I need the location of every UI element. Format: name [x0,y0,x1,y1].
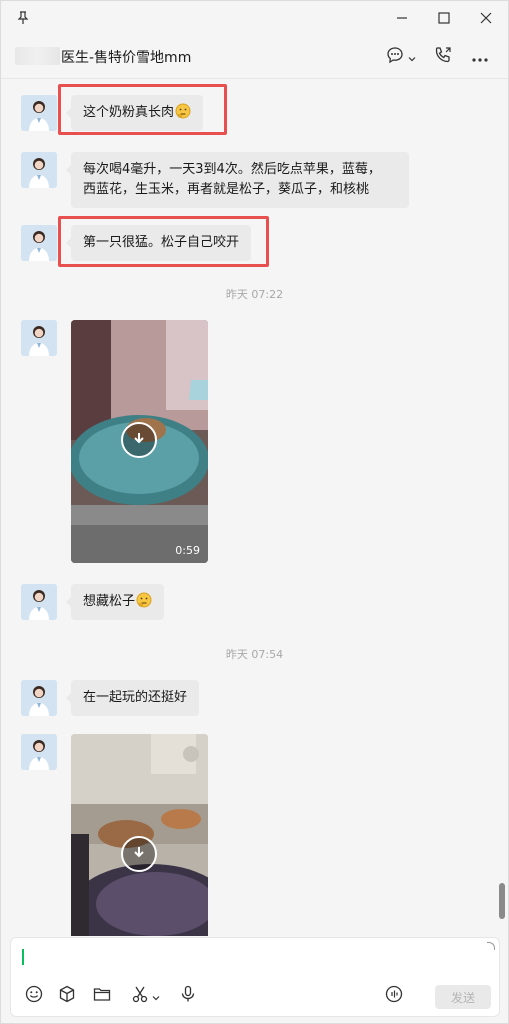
send-button[interactable]: 发送 [435,985,491,1009]
folder-icon [93,985,111,1007]
resize-handle[interactable] [487,942,495,950]
video-message[interactable]: 0:59 [71,320,208,563]
avatar[interactable] [21,225,57,261]
cube-icon [58,985,76,1007]
message-text: 在一起玩的还挺好 [83,690,188,705]
thinking-face-icon [136,592,152,608]
video-message[interactable] [71,734,208,936]
emoji-icon [25,985,43,1007]
minimize-icon [396,9,408,28]
chat-header: 医生-售特价雪地mm [1,35,508,79]
avatar[interactable] [21,95,57,131]
chevron-down-icon [152,987,160,1006]
message-bubble[interactable]: 每次喝4毫升，一天3到4次。然后吃点苹果，蓝莓， 西蓝花，生玉米，再者就是松子，… [66,152,409,208]
file-button[interactable] [91,985,113,1007]
call-button[interactable] [433,45,457,69]
close-icon [480,9,492,28]
download-icon [132,845,146,864]
highlight-box [58,84,227,135]
voice-input-icon [385,985,403,1007]
maximize-icon [438,9,450,28]
screenshot-button[interactable] [127,985,163,1007]
chat-info-button[interactable] [386,45,420,69]
message-input-area[interactable]: 发送 [10,937,500,1017]
video-thumbnail [71,734,208,936]
download-icon [132,431,146,450]
download-button[interactable] [121,836,157,872]
close-button[interactable] [473,6,499,30]
message-bubble[interactable]: 在一起玩的还挺好 [65,680,200,716]
scissors-icon [131,985,149,1007]
text-cursor [22,949,24,965]
timestamp: 昨天 07:22 [225,288,284,301]
title-bar [1,1,508,35]
avatar[interactable] [21,152,57,188]
minimize-button[interactable] [389,6,415,30]
chat-bubble-icon [386,46,404,68]
message-list[interactable]: 这个奶粉真长肉 每次喝4毫升，一天3到4次。然后吃点苹果，蓝莓， 西蓝花，生玉米… [1,80,508,936]
voice-message-button[interactable] [177,985,199,1007]
redacted-name [15,47,60,65]
message-text: 想藏松子 [83,594,136,609]
more-button[interactable] [471,45,495,69]
maximize-button[interactable] [431,6,457,30]
video-duration: 0:59 [175,544,200,557]
sticker-button[interactable] [56,985,78,1007]
more-icon [471,48,489,67]
timestamp: 昨天 07:54 [225,648,284,661]
microphone-icon [179,985,197,1007]
message-text-line: 西蓝花，生玉米，再者就是松子，葵瓜子，和核桃 [83,182,370,197]
avatar[interactable] [21,734,57,770]
highlight-box [58,216,269,267]
download-button[interactable] [121,422,157,458]
voice-input-button[interactable] [383,985,405,1007]
pin-icon[interactable] [15,10,31,26]
scrollbar[interactable] [499,883,505,919]
avatar[interactable] [21,680,57,716]
message-text-line: 每次喝4毫升，一天3到4次。然后吃点苹果，蓝莓， [83,162,381,177]
phone-video-icon [433,45,453,69]
chevron-down-icon [408,48,416,67]
emoji-button[interactable] [23,985,45,1007]
chat-title[interactable]: 医生-售特价雪地mm [61,47,191,67]
message-bubble[interactable]: 想藏松子 [65,584,165,620]
chat-window: 医生-售特价雪地mm 这个奶粉真长肉 每次喝4毫升，一天3到4次。然后吃点苹果，… [0,0,509,1024]
avatar[interactable] [21,320,57,356]
avatar[interactable] [21,584,57,620]
